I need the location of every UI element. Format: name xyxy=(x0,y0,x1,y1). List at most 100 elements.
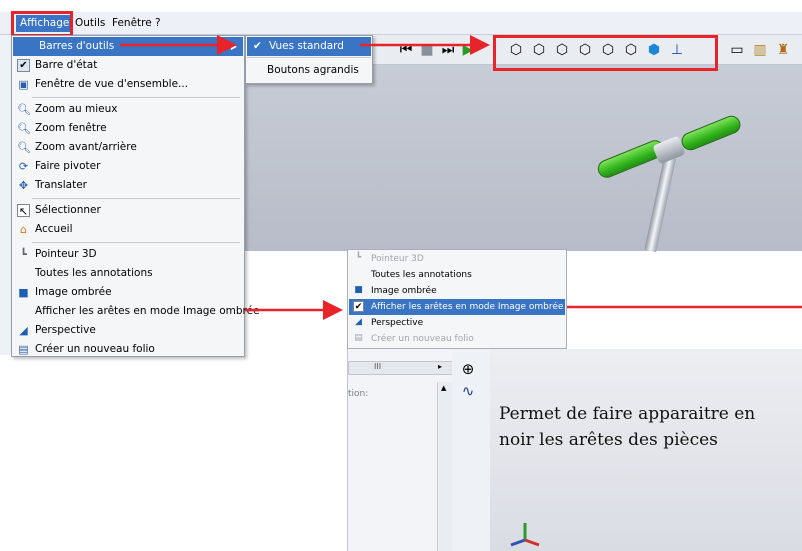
caption-line-1: Permet de faire apparaitre en xyxy=(499,404,756,424)
menu-item-nouveau-folio[interactable]: ▤ Créer un nouveau folio xyxy=(13,340,243,359)
axis-triad-icon xyxy=(510,523,540,547)
zoom-in-out-icon: 🔍︎ xyxy=(17,141,31,154)
inset-item-pointeur-3d[interactable]: ┗ Pointeur 3D xyxy=(349,251,565,267)
menu-separator xyxy=(32,97,240,98)
caption-text: Permet de faire apparaitre en noir les a… xyxy=(499,401,802,453)
caption-line-2: noir les arêtes des pièces xyxy=(499,430,718,450)
submenu-item-label: Boutons agrandis xyxy=(267,64,359,76)
menu-outils[interactable]: Outils xyxy=(71,15,109,32)
play-icon[interactable]: ▶ xyxy=(459,41,477,59)
inset-item-annotations[interactable]: Toutes les annotations xyxy=(349,267,565,283)
horizontal-scrollbar[interactable]: III ▸ xyxy=(348,361,453,375)
menu-item-label: Translater xyxy=(35,179,87,191)
menu-fenetre[interactable]: Fenêtre xyxy=(108,15,156,32)
menu-item-annotations[interactable]: Toutes les annotations xyxy=(13,264,243,283)
checkmark-icon: ✔ xyxy=(253,40,262,52)
home-icon: ⌂ xyxy=(20,223,27,236)
inset-item-image-ombree[interactable]: ■ Image ombrée xyxy=(349,283,565,299)
inset-item-label: Perspective xyxy=(371,318,424,328)
menu-item-barre-etat[interactable]: ✔ Barre d'état xyxy=(13,56,243,75)
3d-viewport[interactable] xyxy=(245,65,802,251)
new-sheet-icon: ▤ xyxy=(354,333,363,343)
inset-item-nouveau-folio[interactable]: ▤ Créer un nouveau folio xyxy=(349,331,565,347)
scroll-right-icon[interactable]: ▸ xyxy=(438,362,442,371)
standard-views-highlight xyxy=(493,35,718,71)
menu-item-perspective[interactable]: ◢ Perspective xyxy=(13,321,243,340)
menu-item-label: Fenêtre de vue d'ensemble... xyxy=(35,78,189,90)
menu-item-label: Zoom fenêtre xyxy=(35,122,107,134)
menu-item-label: Créer un nouveau folio xyxy=(35,343,155,355)
menu-item-selectionner[interactable]: ↖ Sélectionner xyxy=(13,201,243,220)
first-frame-icon[interactable]: ⏮ xyxy=(397,41,415,59)
zoom-region-icon[interactable]: ⊕ xyxy=(458,359,478,379)
menu-item-label: Zoom avant/arrière xyxy=(35,141,137,153)
affichage-highlight xyxy=(11,11,73,37)
scroll-up-icon[interactable]: ▲ xyxy=(441,384,446,392)
submenu-item-boutons-agrandis[interactable]: Boutons agrandis xyxy=(247,61,371,80)
inset-item-label: Créer un nouveau folio xyxy=(371,334,474,344)
checkmark-icon: ✔ xyxy=(17,59,30,72)
menu-item-label: Barre d'état xyxy=(35,59,98,71)
step-forward-icon[interactable]: ⏭ xyxy=(439,41,457,59)
menu-item-translater[interactable]: ✥ Translater xyxy=(13,176,243,195)
side-toolbar: ⊕ ∿ xyxy=(452,349,490,551)
vertical-scrollbar[interactable]: ▲ xyxy=(437,382,452,551)
perspective-icon: ◢ xyxy=(19,324,28,337)
shaded-image-icon: ■ xyxy=(354,285,363,295)
menu-item-label: Perspective xyxy=(35,324,96,336)
menu-item-zoom-mieux[interactable]: 🔍︎ Zoom au mieux xyxy=(13,100,243,119)
rotate-icon: ⟳ xyxy=(18,160,29,173)
menu-item-label: Sélectionner xyxy=(35,204,101,216)
menu-item-aretes-ombree[interactable]: Afficher les arêtes en mode Image ombrée xyxy=(13,302,260,321)
zoomed-menu-inset: ┗ Pointeur 3D Toutes les annotations ■ I… xyxy=(347,249,567,349)
curve-tool-icon[interactable]: ∿ xyxy=(458,381,478,401)
inset-item-aretes-ombree[interactable]: ✔ Afficher les arêtes en mode Image ombr… xyxy=(349,299,565,315)
menu-bar: Affichage Outils Fenêtre ? xyxy=(0,12,802,35)
submenu-separator xyxy=(247,57,371,58)
pointer-3d-icon: ┗ xyxy=(20,248,27,261)
menu-item-label: Accueil xyxy=(35,223,73,235)
field-label: tion: xyxy=(348,389,369,399)
menu-item-zoom-avant-arriere[interactable]: 🔍︎ Zoom avant/arrière xyxy=(13,138,243,157)
menu-item-zoom-fenetre[interactable]: 🔍︎ Zoom fenêtre xyxy=(13,119,243,138)
inset-item-perspective[interactable]: ◢ Perspective xyxy=(349,315,565,331)
menu-item-label: Toutes les annotations xyxy=(35,267,153,279)
inset-item-label: Image ombrée xyxy=(371,286,437,296)
menu-item-label: Pointeur 3D xyxy=(35,248,97,260)
menu-item-faire-pivoter[interactable]: ⟳ Faire pivoter xyxy=(13,157,243,176)
toolbars-submenu: ✔ Vues standard Boutons agrandis xyxy=(245,35,373,84)
pan-icon: ✥ xyxy=(18,179,29,192)
inset-item-label: Toutes les annotations xyxy=(371,270,472,280)
submenu-arrow-icon: ▶ xyxy=(230,42,237,51)
pointer-3d-icon: ┗ xyxy=(355,253,362,263)
tool-b-icon[interactable]: ▥ xyxy=(751,41,769,59)
menu-item-label: Image ombrée xyxy=(35,286,112,298)
zoom-fit-icon: 🔍︎ xyxy=(17,103,31,116)
scrollbar-grip: III xyxy=(374,362,382,371)
checkmark-icon: ✔ xyxy=(353,301,364,312)
submenu-item-vues-standard[interactable]: ✔ Vues standard xyxy=(247,37,371,56)
submenu-item-label: Vues standard xyxy=(269,40,344,52)
menu-item-label: Faire pivoter xyxy=(35,160,101,172)
overview-window-icon: ▣ xyxy=(18,78,29,91)
perspective-icon: ◢ xyxy=(355,317,362,327)
inset-item-label: Afficher les arêtes en mode Image ombrée xyxy=(371,302,564,312)
select-cursor-icon: ↖ xyxy=(17,204,30,218)
menu-item-image-ombree[interactable]: ■ Image ombrée xyxy=(13,283,243,302)
menu-item-barres-outils[interactable]: Barres d'outils ▶ xyxy=(13,37,243,56)
shaded-image-icon: ■ xyxy=(18,286,29,299)
menu-item-accueil[interactable]: ⌂ Accueil xyxy=(13,220,243,239)
menu-item-vue-ensemble[interactable]: ▣ Fenêtre de vue d'ensemble... xyxy=(13,75,243,94)
menu-help[interactable]: ? xyxy=(151,15,165,32)
menu-item-label: Barres d'outils xyxy=(39,40,115,52)
zoom-window-icon: 🔍︎ xyxy=(17,122,31,135)
inset-item-label: Pointeur 3D xyxy=(371,254,424,264)
menu-item-label: Zoom au mieux xyxy=(35,103,118,115)
menu-item-pointeur-3d[interactable]: ┗ Pointeur 3D xyxy=(13,245,243,264)
tool-a-icon[interactable]: ▭ xyxy=(728,41,746,59)
affichage-menu: Barres d'outils ▶ ✔ Barre d'état ▣ Fenêt… xyxy=(11,35,260,359)
stop-icon[interactable]: ■ xyxy=(418,41,436,59)
menu-separator xyxy=(32,242,240,243)
menu-item-label: Afficher les arêtes en mode Image ombrée xyxy=(35,305,260,317)
tool-c-icon[interactable]: ♜ xyxy=(774,41,792,59)
